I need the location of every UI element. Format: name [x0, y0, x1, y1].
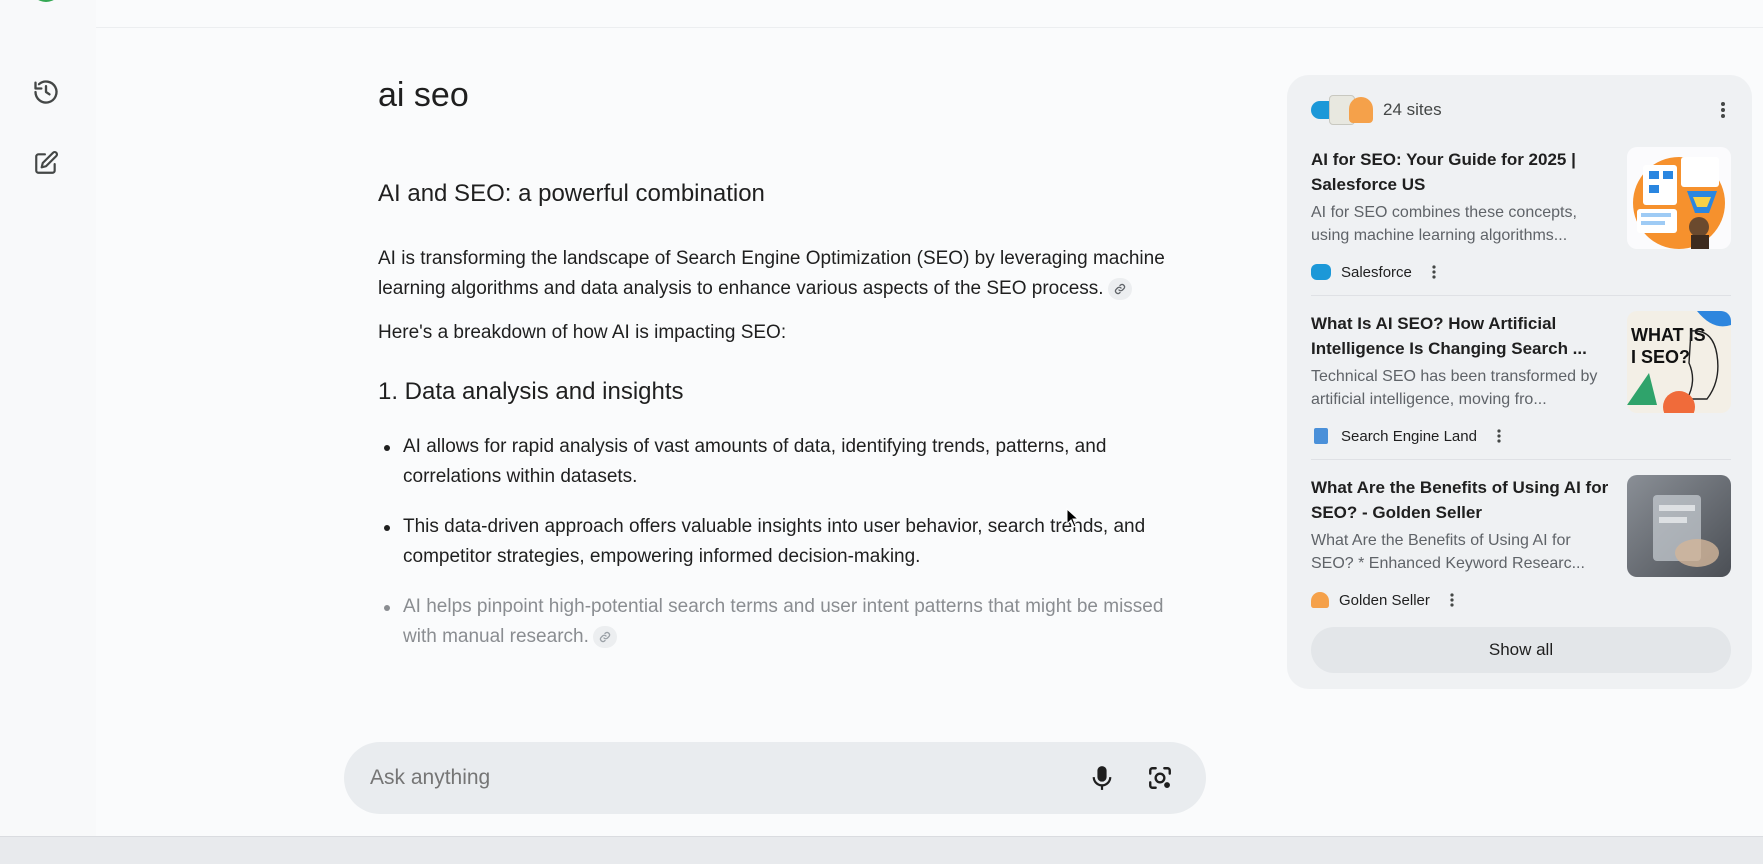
window-bottom-edge [0, 836, 1763, 864]
sources-panel: 24 sites AI for SEO: Your Guide for 2025… [1287, 75, 1752, 689]
card-divider [1311, 295, 1731, 296]
thumb-text-line-2: I SEO? [1631, 347, 1690, 367]
card-source-name: Golden Seller [1339, 591, 1430, 609]
card-more-button[interactable] [1424, 261, 1444, 283]
source-card-golden-seller[interactable]: What Are the Benefits of Using AI for SE… [1311, 475, 1731, 625]
list-item: This data-driven approach offers valuabl… [378, 512, 1178, 572]
more-vert-icon [1721, 102, 1725, 118]
card-title: What Is AI SEO? How Artificial Intellige… [1311, 314, 1587, 358]
show-all-button[interactable]: Show all [1311, 627, 1731, 673]
card-source-name: Search Engine Land [1341, 427, 1477, 445]
card-source: Golden Seller [1311, 589, 1462, 611]
mouse-cursor-icon [1066, 508, 1080, 528]
card-title: What Are the Benefits of Using AI for SE… [1311, 478, 1609, 522]
answer-intro: AI is transforming the landscape of Sear… [378, 248, 1165, 300]
ask-input[interactable] [370, 766, 1064, 790]
card-thumbnail-image: WHAT IS I SEO? [1627, 311, 1731, 413]
card-snippet: Technical SEO has been transformed by ar… [1311, 368, 1598, 408]
lens-search-button[interactable] [1140, 758, 1180, 798]
sources-header[interactable]: 24 sites [1311, 95, 1442, 125]
ai-answer: AI and SEO: a powerful combination AI is… [378, 178, 1178, 672]
citation-link-button[interactable] [1107, 277, 1132, 300]
card-source: Salesforce [1311, 261, 1444, 283]
card-more-button[interactable] [1442, 589, 1462, 611]
card-more-button[interactable] [1489, 425, 1509, 447]
more-vert-icon [1497, 429, 1501, 443]
app-logo[interactable] [30, 0, 62, 2]
more-vert-icon [1432, 265, 1436, 279]
link-icon [1114, 283, 1125, 295]
microphone-icon [1092, 766, 1112, 790]
sources-count: 24 sites [1383, 100, 1442, 119]
salesforce-cloud-icon [1311, 264, 1331, 280]
link-icon [599, 631, 610, 643]
query-title: ai seo [378, 76, 469, 114]
history-button[interactable] [28, 74, 64, 110]
card-snippet: AI for SEO combines these concepts, usin… [1311, 204, 1577, 244]
ask-bar [344, 742, 1206, 814]
golden-seller-favicon-icon [1349, 97, 1373, 123]
citation-link-button[interactable] [592, 625, 617, 648]
source-favicons [1311, 95, 1377, 125]
golden-seller-icon [1311, 592, 1329, 608]
card-thumbnail-image [1627, 475, 1731, 577]
camera-lens-icon [1149, 767, 1171, 789]
source-card-salesforce[interactable]: AI for SEO: Your Guide for 2025 | Salesf… [1311, 147, 1731, 297]
bullet-list: AI allows for rapid analysis of vast amo… [378, 432, 1178, 652]
card-source-name: Salesforce [1341, 263, 1412, 281]
thumb-text-line-1: WHAT IS [1631, 325, 1706, 345]
left-sidebar [0, 0, 96, 836]
answer-heading: AI and SEO: a powerful combination [378, 180, 765, 207]
card-divider [1311, 459, 1731, 460]
list-item: AI allows for rapid analysis of vast amo… [378, 432, 1178, 492]
card-source: Search Engine Land [1311, 425, 1509, 447]
card-snippet: What Are the Benefits of Using AI for SE… [1311, 532, 1585, 572]
history-icon [34, 80, 58, 104]
voice-search-button[interactable] [1082, 758, 1122, 798]
search-engine-land-icon [1314, 428, 1328, 444]
card-thumbnail-image [1627, 147, 1731, 249]
card-title: AI for SEO: Your Guide for 2025 | Salesf… [1311, 150, 1576, 194]
edit-icon [35, 151, 58, 174]
new-chat-button[interactable] [28, 145, 64, 181]
list-item: AI helps pinpoint high-potential search … [378, 592, 1178, 652]
source-card-search-engine-land[interactable]: What Is AI SEO? How Artificial Intellige… [1311, 311, 1731, 461]
more-vert-icon [1450, 593, 1454, 607]
answer-breakdown: Here's a breakdown of how AI is impactin… [378, 322, 787, 343]
section-title: 1. Data analysis and insights [378, 378, 684, 405]
top-bar [96, 0, 1763, 28]
sources-more-button[interactable] [1708, 95, 1738, 125]
